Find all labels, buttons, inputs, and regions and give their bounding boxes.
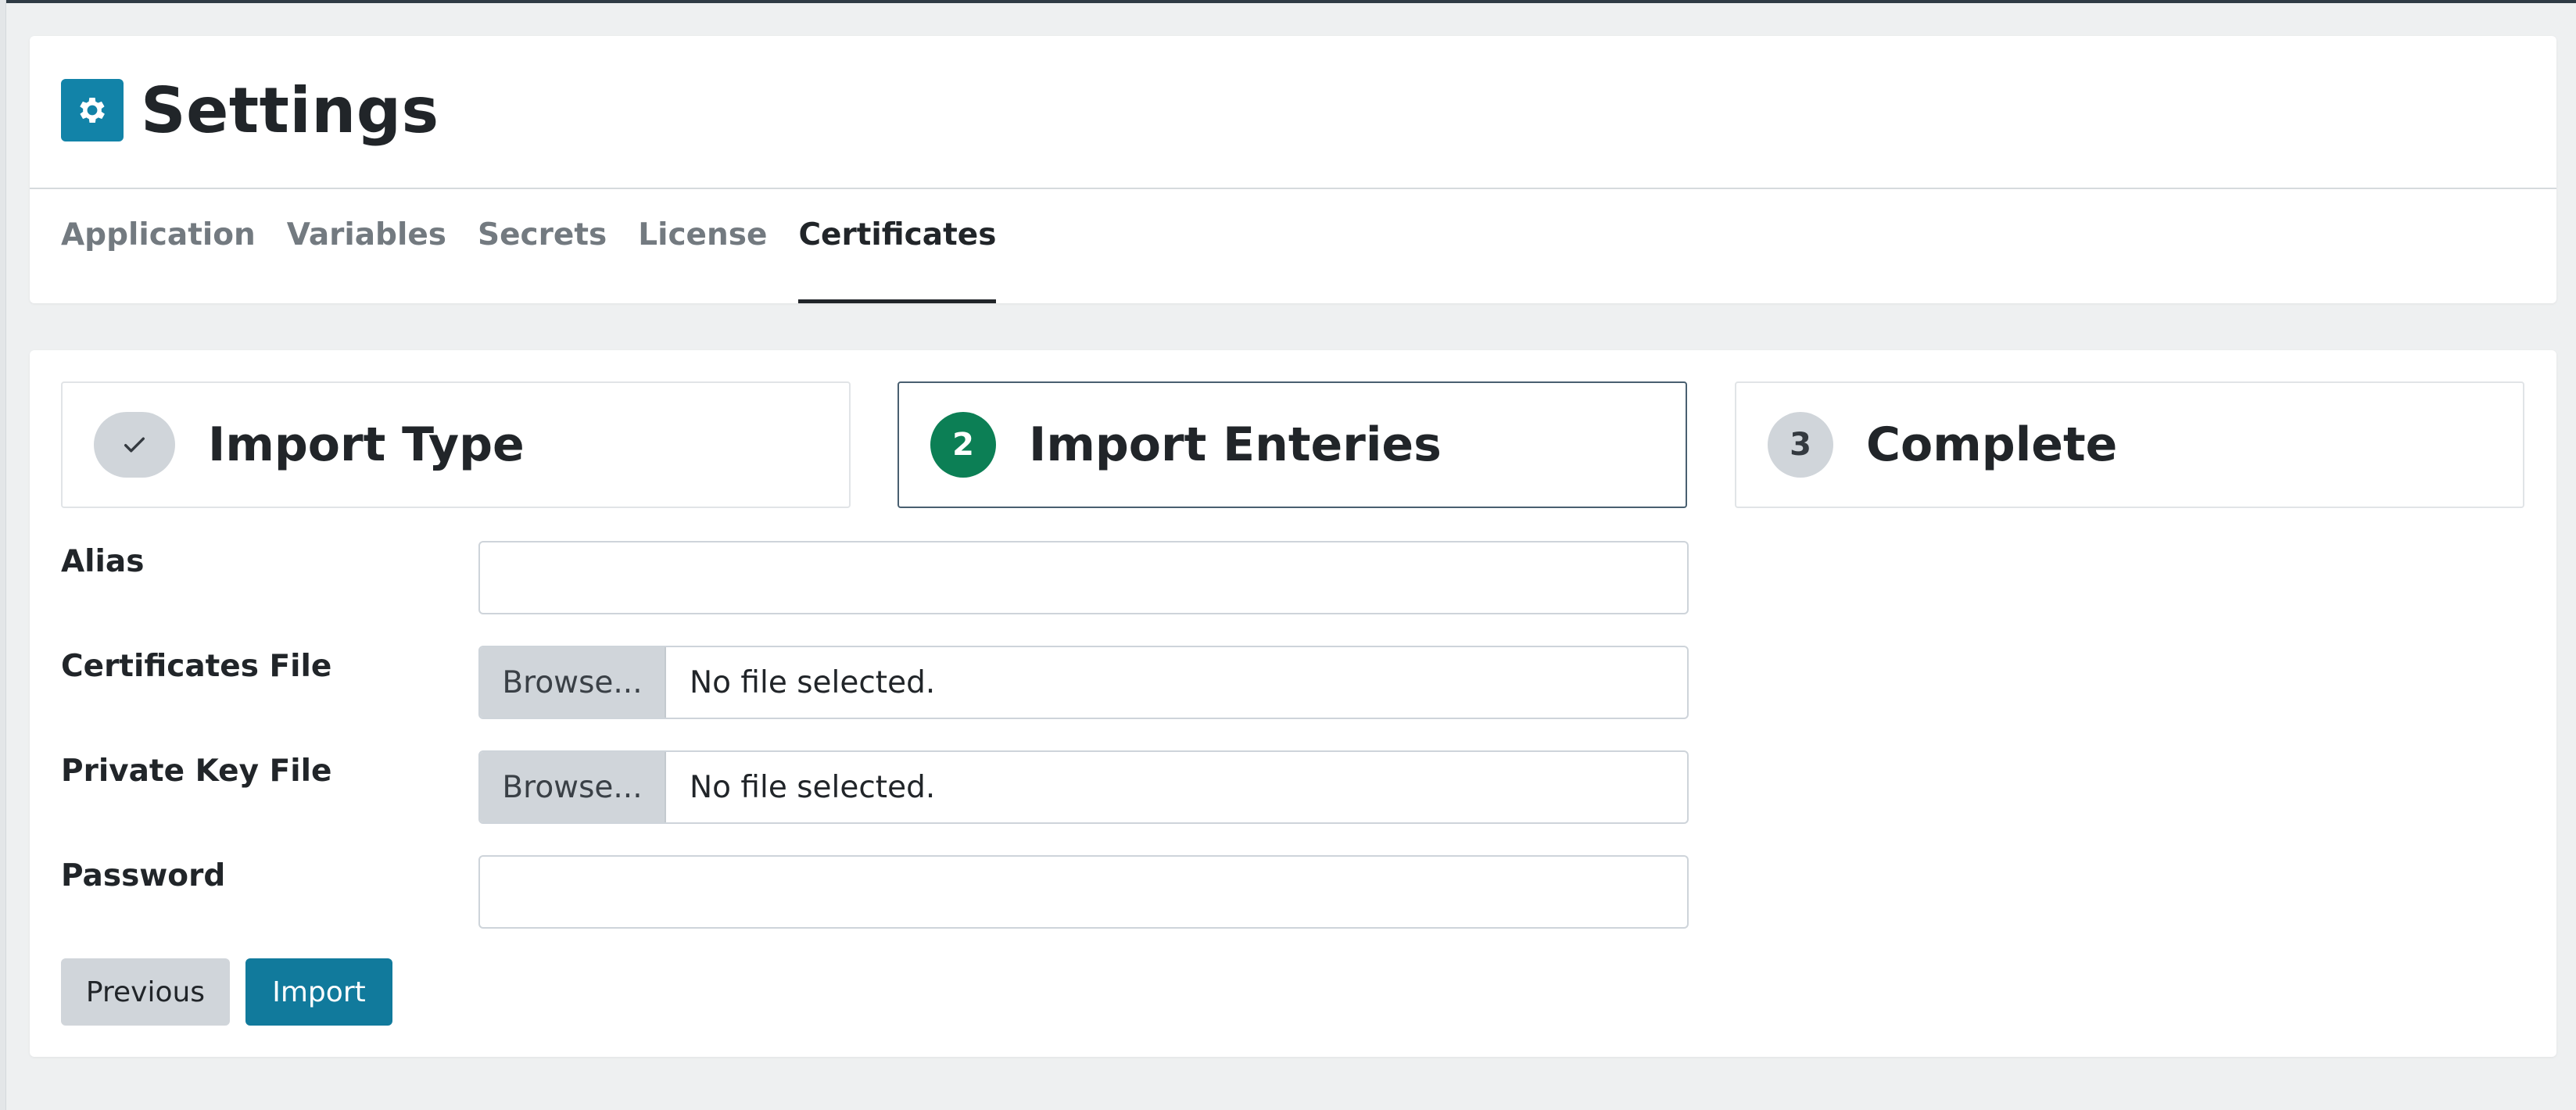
password-input[interactable] bbox=[478, 855, 1689, 929]
top-bar bbox=[0, 0, 2576, 3]
certificates-file-input[interactable]: Browse... No file selected. bbox=[478, 646, 1689, 719]
step-number-badge: 2 bbox=[930, 412, 996, 478]
step-complete: 3 Complete bbox=[1735, 381, 2524, 508]
left-edge bbox=[0, 0, 6, 1110]
step-label: Import Enteries bbox=[1029, 417, 1442, 472]
certificates-file-label: Certificates File bbox=[61, 649, 332, 684]
previous-button[interactable]: Previous bbox=[61, 958, 230, 1026]
settings-tabs: Application Variables Secrets License Ce… bbox=[61, 189, 1027, 303]
private-key-file-status: No file selected. bbox=[690, 769, 936, 805]
private-key-file-label: Private Key File bbox=[61, 754, 332, 789]
settings-header: Settings Application Variables Secrets L… bbox=[30, 36, 2556, 303]
page-title: Settings bbox=[141, 73, 439, 147]
step-label: Import Type bbox=[208, 417, 525, 472]
gear-icon bbox=[61, 79, 124, 141]
tab-variables[interactable]: Variables bbox=[287, 189, 446, 303]
step-number-badge: 3 bbox=[1768, 412, 1833, 478]
certificates-browse-button[interactable]: Browse... bbox=[480, 647, 666, 718]
tab-license[interactable]: License bbox=[638, 189, 767, 303]
step-label: Complete bbox=[1866, 417, 2118, 472]
password-label: Password bbox=[61, 858, 226, 893]
alias-input[interactable] bbox=[478, 541, 1689, 614]
certificates-file-status: No file selected. bbox=[690, 664, 936, 700]
step-import-entries: 2 Import Enteries bbox=[897, 381, 1687, 508]
check-icon bbox=[94, 412, 175, 478]
title-row: Settings bbox=[61, 73, 439, 147]
private-key-browse-button[interactable]: Browse... bbox=[480, 752, 666, 822]
step-import-type: Import Type bbox=[61, 381, 851, 508]
import-wizard-card: Import Type 2 Import Enteries 3 Complete… bbox=[30, 350, 2556, 1057]
tab-application[interactable]: Application bbox=[61, 189, 256, 303]
import-button[interactable]: Import bbox=[245, 958, 392, 1026]
tab-secrets[interactable]: Secrets bbox=[478, 189, 607, 303]
private-key-file-input[interactable]: Browse... No file selected. bbox=[478, 750, 1689, 824]
alias-label: Alias bbox=[61, 544, 145, 579]
tab-certificates[interactable]: Certificates bbox=[798, 189, 996, 303]
